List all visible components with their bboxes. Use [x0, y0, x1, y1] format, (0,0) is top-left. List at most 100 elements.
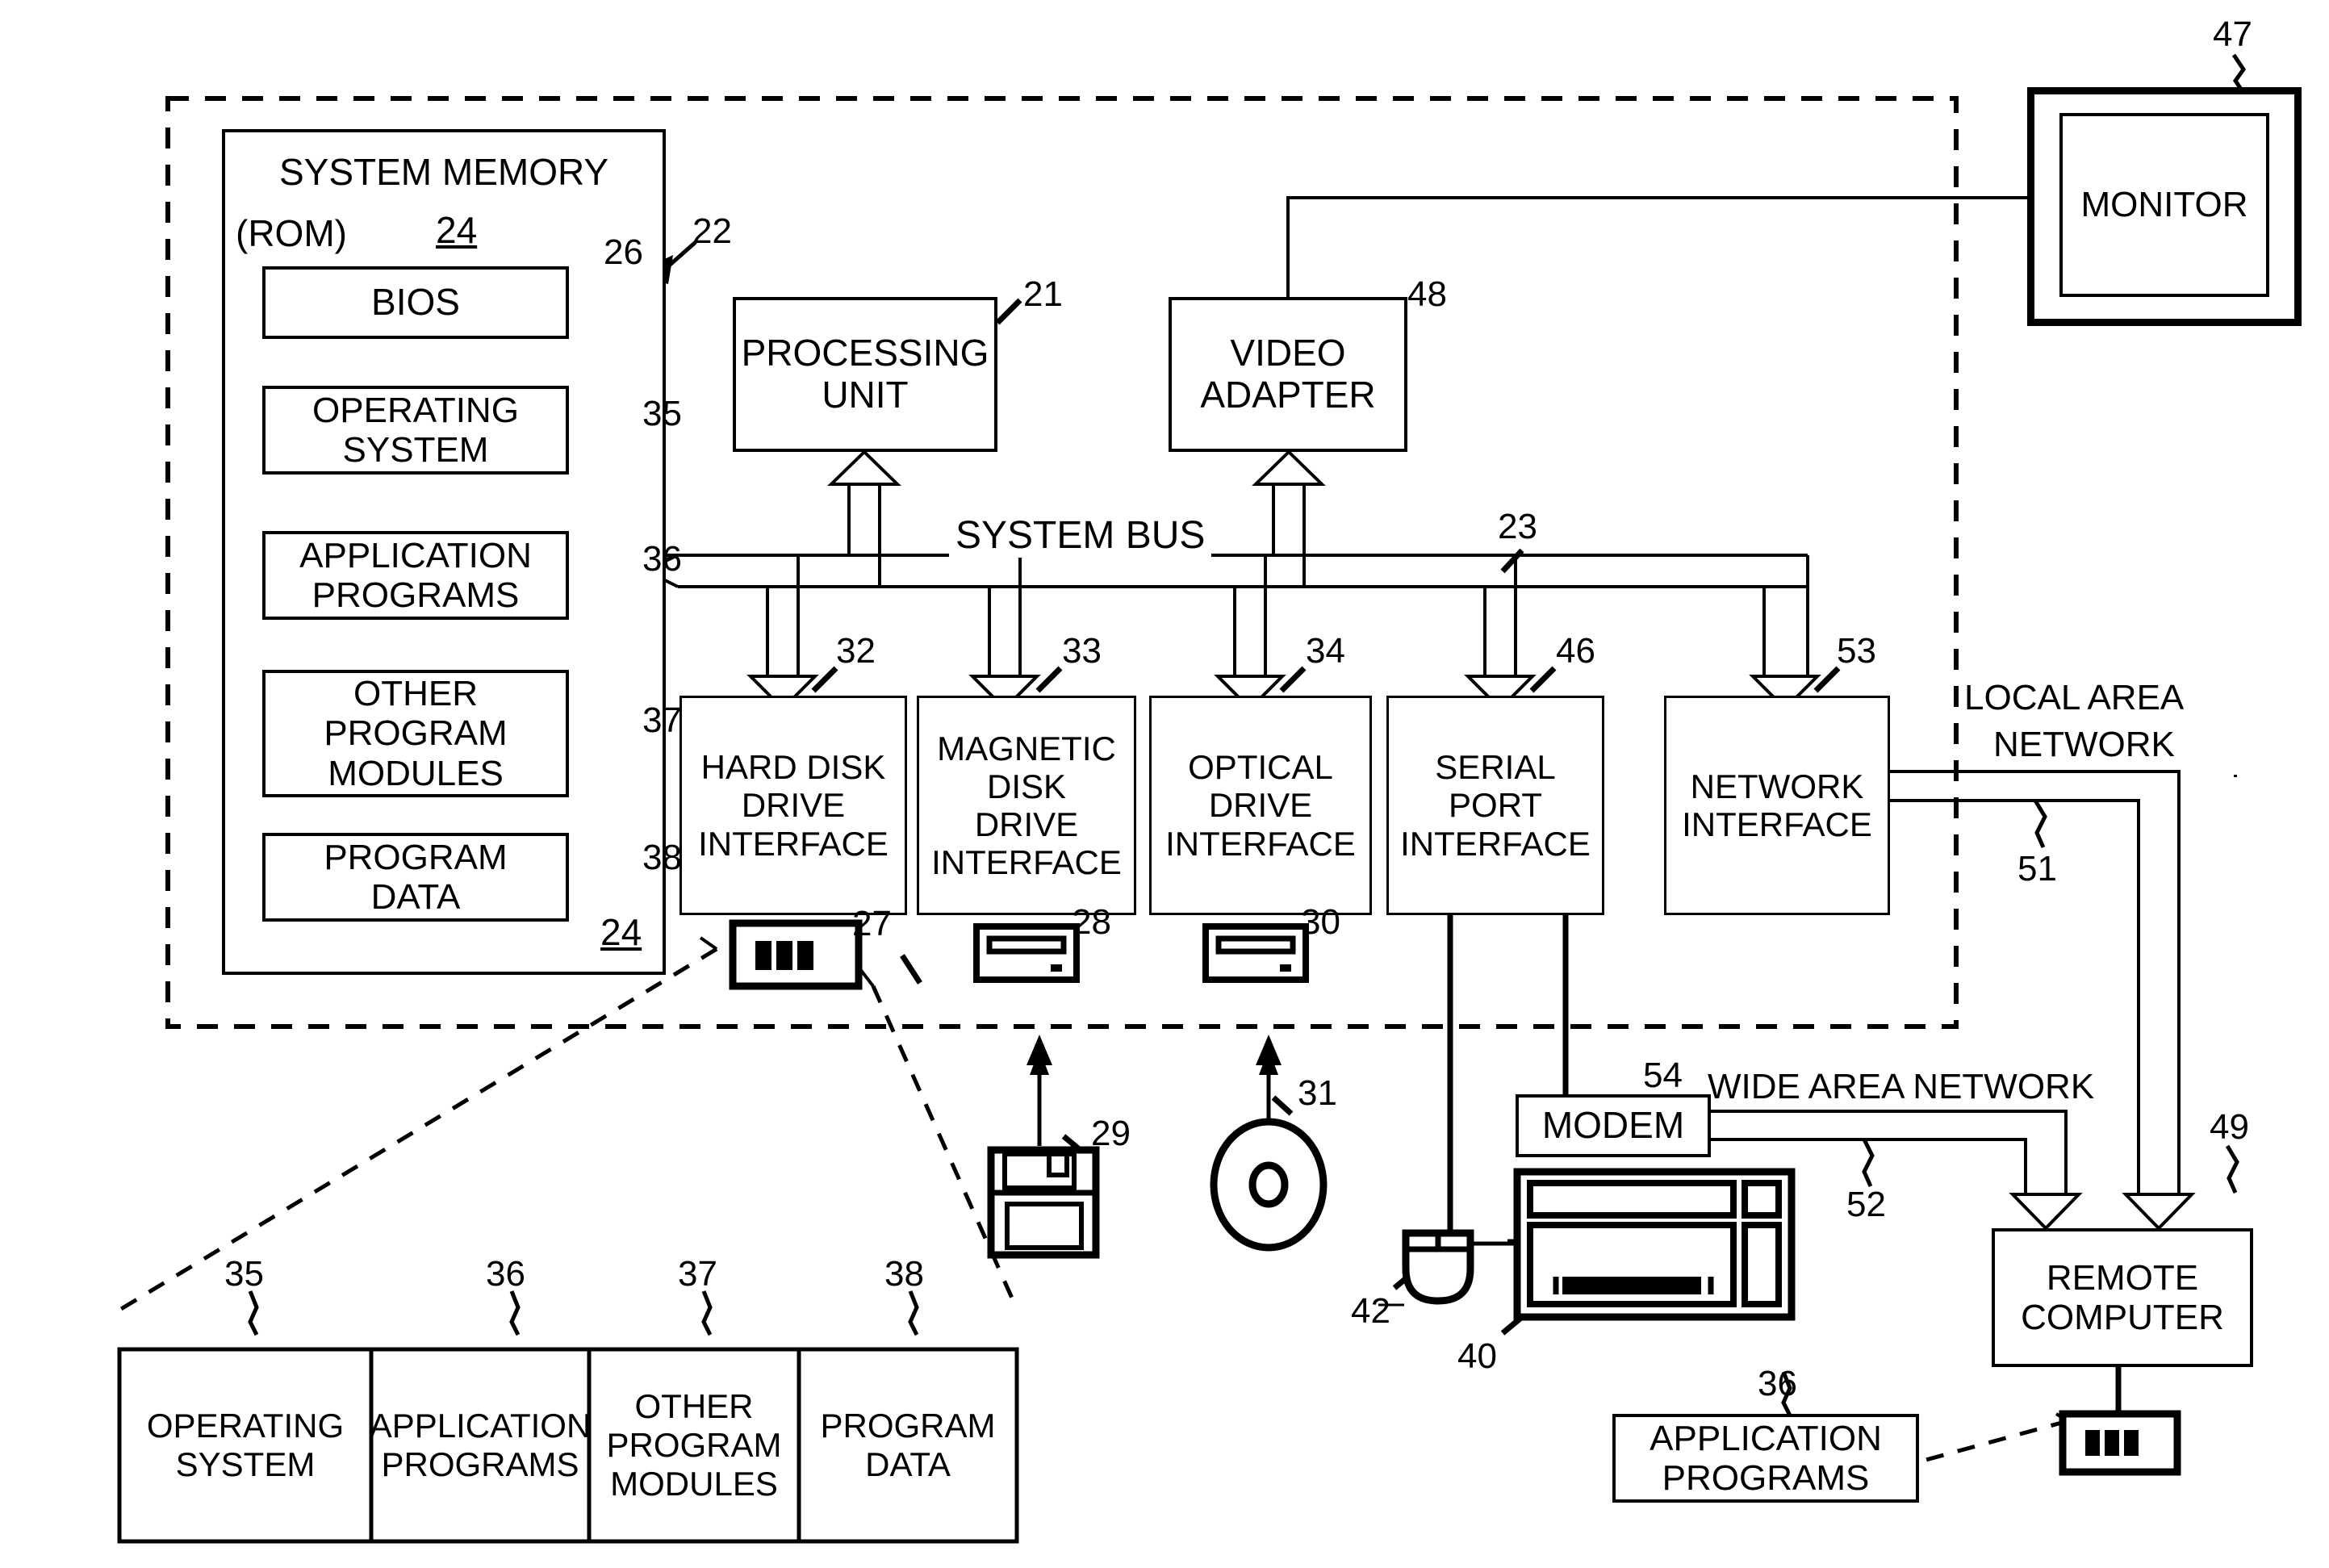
- modem-box: MODEM: [1516, 1094, 1711, 1157]
- exploded-cell-1: APPLICATION PROGRAMS: [369, 1349, 592, 1541]
- hard-disk-drive-interface-box: HARD DISK DRIVE INTERFACE: [679, 696, 907, 915]
- exploded-cell-2: OTHER PROGRAM MODULES: [589, 1349, 799, 1541]
- exploded-cell-2-line3: MODULES: [610, 1464, 778, 1503]
- memory-ref-24-top: 24: [436, 209, 478, 251]
- program-data-line1: PROGRAM: [324, 837, 508, 877]
- ref-29: 29: [1091, 1114, 1131, 1153]
- ref-23: 23: [1498, 507, 1537, 546]
- ref-38-exploded: 38: [884, 1254, 924, 1294]
- remote-computer-line2: COMPUTER: [2021, 1298, 2224, 1337]
- leader-52: [1862, 1138, 1875, 1188]
- operating-system-box: OPERATING SYSTEM: [262, 386, 569, 475]
- ref-37-memory: 37: [642, 700, 682, 740]
- exploded-cell-3-line2: DATA: [865, 1445, 951, 1483]
- application-programs-line2: PROGRAMS: [312, 575, 520, 615]
- wan-label: WIDE AREA NETWORK: [1708, 1067, 2095, 1106]
- operating-system-line2: SYSTEM: [342, 430, 489, 470]
- monitor-label: MONITOR: [2080, 185, 2248, 225]
- arrow-bus-to-video-adapter: [1252, 449, 1326, 486]
- application-programs-line1: APPLICATION: [299, 535, 532, 575]
- odi-line2: DRIVE: [1208, 786, 1313, 825]
- video-adapter-line1: VIDEO: [1230, 332, 1346, 374]
- hdd-interface-line2: DRIVE: [741, 786, 846, 825]
- ref-27: 27: [852, 904, 892, 943]
- bios-box: BIOS: [262, 266, 569, 339]
- video-adapter-box: VIDEO ADAPTER: [1169, 297, 1407, 452]
- system-memory-title: SYSTEM MEMORY: [278, 151, 609, 193]
- exploded-cell-1-line1: APPLICATION: [369, 1407, 592, 1445]
- ni-line1: NETWORK: [1690, 767, 1864, 805]
- leader-47: [2231, 53, 2247, 92]
- modem-label: MODEM: [1541, 1104, 1685, 1147]
- program-data-line2: DATA: [370, 877, 461, 917]
- arrow-bus-to-cpu: [827, 449, 901, 486]
- monitor-screen: MONITOR: [2059, 113, 2269, 297]
- processing-unit-line2: UNIT: [822, 374, 909, 416]
- bios-label: BIOS: [371, 281, 460, 324]
- mdd-interface-line3: DRIVE: [974, 805, 1079, 843]
- ref-47: 47: [2213, 15, 2252, 54]
- exploded-guide-upper: [119, 947, 718, 1311]
- optical-drive-interface-box: OPTICAL DRIVE INTERFACE: [1149, 696, 1372, 915]
- ref-40: 40: [1457, 1336, 1497, 1376]
- remote-computer-icon: [2059, 1410, 2181, 1476]
- exploded-cell-0-line2: SYSTEM: [175, 1445, 316, 1483]
- odi-line1: OPTICAL: [1188, 748, 1333, 787]
- hdd-interface-line3: INTERFACE: [698, 824, 889, 863]
- remote-computer-line1: REMOTE: [2046, 1257, 2199, 1298]
- exploded-cell-2-line1: OTHER: [634, 1387, 754, 1426]
- patent-figure-canvas: .sl{stroke:#000;fill:none;} .s3{stroke-w…: [0, 0, 2329, 1568]
- ref-31: 31: [1298, 1073, 1337, 1113]
- spi-line1: SERIAL: [1435, 748, 1556, 787]
- exploded-cell-0-line1: OPERATING: [146, 1407, 345, 1445]
- remote-computer-box: REMOTE COMPUTER: [1992, 1228, 2253, 1367]
- exploded-cell-3-line1: PROGRAM: [820, 1407, 996, 1445]
- floppy-disk-icon: [987, 1146, 1100, 1259]
- mouse-icon: [1402, 1229, 1474, 1305]
- mdd-interface-line1: MAGNETIC: [937, 729, 1116, 767]
- mdd-interface-line2: DISK: [986, 767, 1067, 805]
- ref-34: 34: [1306, 631, 1345, 671]
- remote-apps-line2: PROGRAMS: [1662, 1458, 1870, 1498]
- ref-32: 32: [836, 631, 876, 671]
- ref-26: 26: [604, 232, 643, 272]
- ref-36-memory: 36: [642, 539, 682, 579]
- ref-46: 46: [1556, 631, 1595, 671]
- remote-apps-line1: APPLICATION: [1650, 1418, 1882, 1458]
- program-data-box: PROGRAM DATA: [262, 833, 569, 922]
- exploded-cell-1-line2: PROGRAMS: [381, 1445, 579, 1483]
- lan-label-line1: LOCAL AREA: [1964, 678, 2185, 717]
- optical-disc-icon: [1210, 1118, 1328, 1252]
- ref-28: 28: [1072, 902, 1111, 942]
- ref-53: 53: [1837, 631, 1876, 671]
- application-programs-box: APPLICATION PROGRAMS: [262, 531, 569, 620]
- ref-36-exploded: 36: [486, 1254, 525, 1294]
- rom-label: (ROM): [236, 212, 347, 254]
- operating-system-line1: OPERATING: [312, 390, 519, 430]
- processing-unit-line1: PROCESSING: [741, 332, 989, 374]
- mdd-interface-line4: INTERFACE: [931, 843, 1122, 882]
- exploded-cell-3: PROGRAM DATA: [799, 1349, 1017, 1541]
- odi-line3: INTERFACE: [1165, 824, 1356, 863]
- serial-port-interface-box: SERIAL PORT INTERFACE: [1386, 696, 1604, 915]
- ref-36-remote: 36: [1758, 1364, 1797, 1403]
- exploded-reference-leaders: [248, 1290, 919, 1336]
- hdd-lead-left: [699, 936, 718, 951]
- keyboard-icon: [1513, 1168, 1796, 1321]
- ref-52: 52: [1846, 1185, 1886, 1224]
- ref-22: 22: [692, 211, 732, 251]
- spi-line2: PORT: [1449, 786, 1542, 825]
- network-interface-box: NETWORK INTERFACE: [1664, 696, 1890, 915]
- ref-48: 48: [1407, 274, 1447, 314]
- optical-drive-icon: [1202, 923, 1309, 983]
- magnetic-disk-drive-icon: [973, 923, 1080, 983]
- other-program-modules-line1: OTHER: [353, 674, 478, 714]
- ref-35-exploded: 35: [224, 1254, 264, 1294]
- exploded-cell-2-line2: PROGRAM: [606, 1426, 782, 1465]
- video-adapter-line2: ADAPTER: [1200, 374, 1376, 416]
- ref-54: 54: [1643, 1056, 1683, 1095]
- hdd-interface-line1: HARD DISK: [700, 748, 886, 787]
- other-program-modules-box: OTHER PROGRAM MODULES: [262, 670, 569, 797]
- ref-33: 33: [1062, 631, 1102, 671]
- ref-51: 51: [2017, 849, 2057, 889]
